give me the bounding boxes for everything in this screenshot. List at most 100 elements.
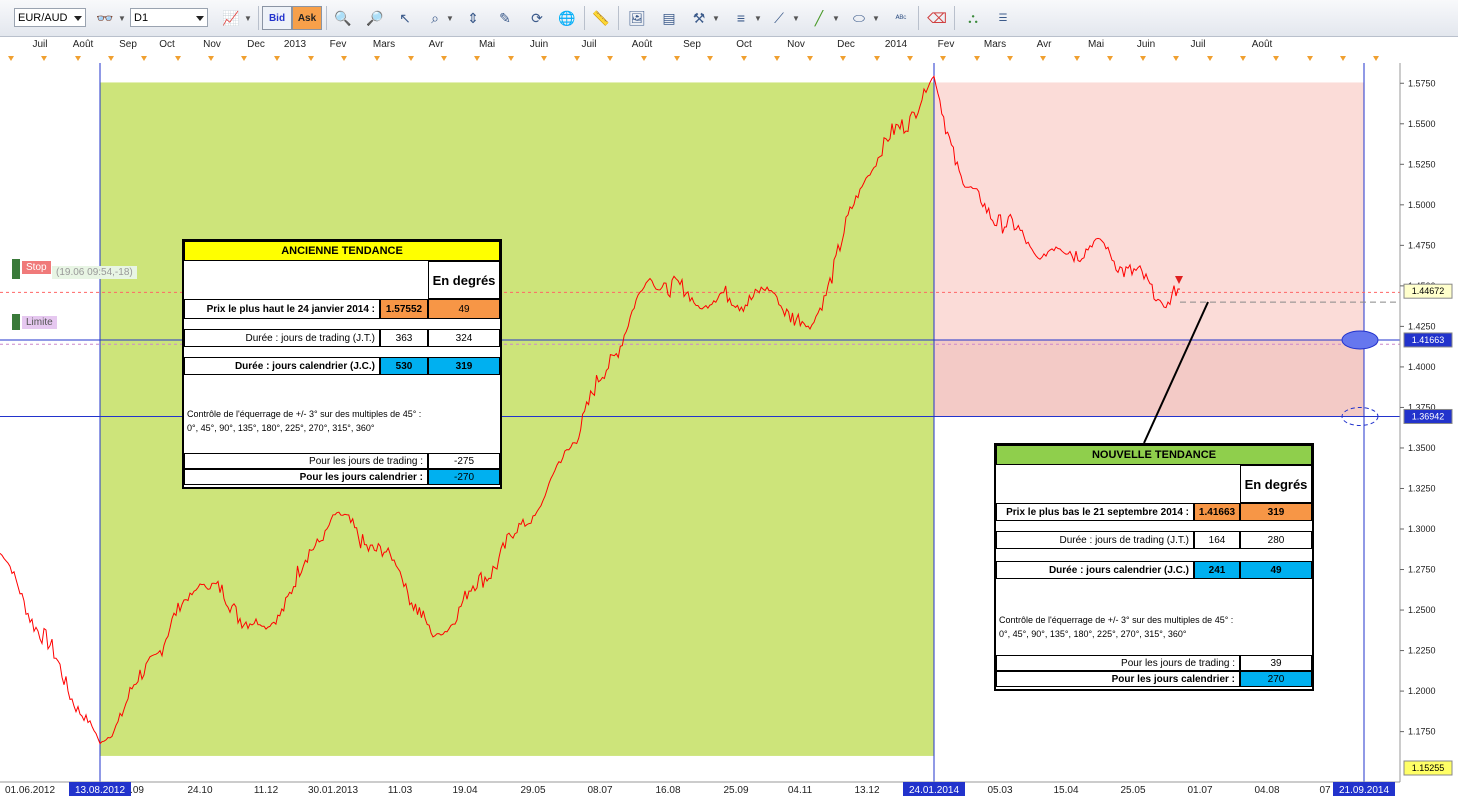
symbol-select[interactable]: EUR/AUD: [14, 8, 86, 27]
bid-button[interactable]: Bid: [262, 6, 292, 30]
refresh-icon[interactable]: ⟳: [524, 5, 550, 31]
edit-icon[interactable]: ✎: [492, 5, 518, 31]
timeframe-select[interactable]: D1: [130, 8, 208, 27]
period-marker: [274, 56, 280, 61]
limit-order-handle[interactable]: [12, 314, 20, 330]
chevron-down-icon[interactable]: ▼: [244, 5, 252, 31]
price-tag-label: 1.41663: [1412, 335, 1445, 345]
month-label: Juil: [32, 39, 48, 50]
chevron-down-icon[interactable]: ▼: [754, 5, 762, 31]
new-trend-low-value: 1.41663: [1194, 503, 1240, 521]
new-trend-zone-lower: [934, 339, 1364, 417]
chart-type-icon[interactable]: 📈: [218, 5, 244, 31]
date-label: 15.04: [1053, 785, 1078, 796]
old-trend-trading-value: 363: [380, 329, 428, 347]
month-label: Août: [631, 39, 653, 50]
date-label: 04.11: [788, 785, 813, 796]
date-label: 24.01.2014: [909, 785, 959, 796]
y-tick-label: 1.1750: [1408, 727, 1436, 737]
crosshair-zoom-icon[interactable]: ⌕: [422, 5, 448, 31]
limit-order-label[interactable]: Limite: [22, 316, 57, 329]
month-label: Mars: [372, 39, 396, 50]
month-label: Nov: [203, 39, 221, 50]
date-label: 01.07: [1187, 785, 1212, 796]
date-label: 13.08.2012: [75, 785, 125, 796]
period-marker: [1207, 56, 1213, 61]
low-marker-ellipse: [1341, 330, 1379, 350]
period-marker: [874, 56, 880, 61]
menu-icon[interactable]: ☰: [990, 5, 1016, 31]
new-trend-result-trading-value: 39: [1240, 655, 1312, 671]
period-marker: [41, 56, 47, 61]
month-label: Juil: [581, 39, 597, 50]
chevron-down-icon[interactable]: ▼: [872, 5, 880, 31]
month-label: Mai: [478, 39, 496, 50]
globe-icon[interactable]: 🌐: [554, 5, 580, 31]
ellipse-icon[interactable]: ⬭: [846, 5, 872, 31]
cursor-icon[interactable]: ↖: [392, 5, 418, 31]
period-marker: [1173, 56, 1179, 61]
glasses-icon[interactable]: 👓: [92, 5, 118, 31]
period-marker: [607, 56, 613, 61]
new-trend-degrees-header: En degrés: [1240, 465, 1312, 503]
period-marker: [1074, 56, 1080, 61]
y-tick-label: 1.4750: [1408, 240, 1436, 250]
zoom-in-icon[interactable]: 🔍: [330, 5, 356, 31]
period-marker: [741, 56, 747, 61]
network-icon[interactable]: ⛬: [960, 5, 986, 31]
date-label: 04.08: [1254, 785, 1279, 796]
period-marker: [341, 56, 347, 61]
fan-icon[interactable]: ⟋: [766, 5, 792, 31]
old-trend-result-trading-label: Pour les jours de trading :: [184, 453, 428, 469]
date-label: 01.06.2012: [5, 785, 55, 796]
date-label: 25.09: [723, 785, 748, 796]
period-marker: [474, 56, 480, 61]
period-marker: [707, 56, 713, 61]
period-marker: [75, 56, 81, 61]
price-axis: 1.57501.55001.52501.50001.47501.45001.42…: [1399, 63, 1453, 782]
fit-icon[interactable]: ⇕: [460, 5, 486, 31]
price-tag-label: 1.36942: [1412, 411, 1445, 421]
month-label: Juin: [1136, 39, 1156, 50]
new-trend-result-calendar-label: Pour les jours calendrier :: [996, 671, 1240, 687]
date-label: 11.03: [388, 785, 413, 796]
old-trend-title: ANCIENNE TENDANCE: [184, 241, 500, 261]
chevron-down-icon[interactable]: ▼: [712, 5, 720, 31]
y-tick-label: 1.5000: [1408, 200, 1436, 210]
period-marker: [641, 56, 647, 61]
tools-icon[interactable]: ⚒: [686, 5, 712, 31]
ask-button[interactable]: Ask: [292, 6, 322, 30]
old-trend-high-label: Prix le plus haut le 24 janvier 2014 :: [184, 299, 380, 319]
month-label: Nov: [787, 39, 805, 50]
zoom-out-icon[interactable]: 🔎: [362, 5, 388, 31]
old-trend-table: ANCIENNE TENDANCE En degrés Prix le plus…: [182, 239, 502, 489]
stop-order-handle[interactable]: [12, 259, 20, 279]
price-tag-label: 1.44672: [1412, 286, 1445, 296]
old-trend-degrees-header: En degrés: [428, 261, 500, 299]
image-icon[interactable]: 🖼: [624, 5, 650, 31]
period-marker: [541, 56, 547, 61]
month-label: Août: [1251, 39, 1273, 50]
month-label: Fev: [329, 39, 347, 50]
text-tool-icon[interactable]: ᴬᴮᶜ: [888, 5, 914, 31]
month-label: Mai: [1087, 39, 1105, 50]
month-label: Oct: [159, 39, 175, 50]
stop-order-info: (19.06 09:54,-18): [52, 266, 137, 279]
trendline-icon[interactable]: ╱: [806, 5, 832, 31]
chevron-down-icon[interactable]: ▼: [832, 5, 840, 31]
chevron-down-icon[interactable]: ▼: [792, 5, 800, 31]
ruler-icon[interactable]: 📏: [588, 5, 614, 31]
chevron-down-icon[interactable]: ▼: [446, 5, 454, 31]
eraser-icon[interactable]: ⌫: [924, 5, 950, 31]
old-trend-result-calendar-label: Pour les jours calendrier :: [184, 469, 428, 485]
date-label: 07: [1319, 785, 1331, 796]
layout-icon[interactable]: ▤: [656, 5, 682, 31]
old-trend-calendar-label: Durée : jours calendrier (J.C.): [184, 357, 380, 375]
lines-icon[interactable]: ≡: [728, 5, 754, 31]
period-marker: [441, 56, 447, 61]
y-tick-label: 1.3000: [1408, 524, 1436, 534]
date-label: 30.01.2013: [308, 785, 358, 796]
stop-order-label[interactable]: Stop: [22, 261, 51, 274]
chevron-down-icon[interactable]: ▼: [118, 5, 126, 31]
date-label: 21.09.2014: [1339, 785, 1389, 796]
